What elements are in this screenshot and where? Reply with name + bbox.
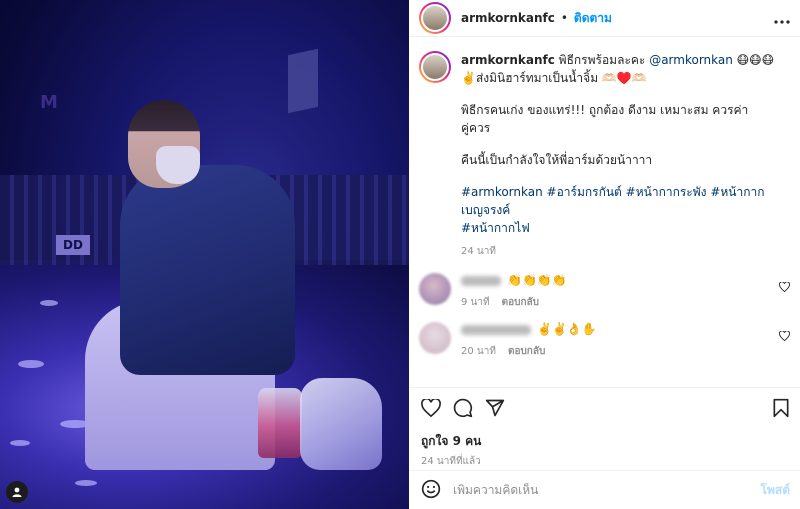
caption-hashtags[interactable]: #หน้ากากไฟ (461, 219, 781, 237)
caption-text-start: พิธีกรพร้อมละคะ (558, 53, 650, 67)
commenter-avatar[interactable] (419, 273, 451, 305)
post-actions: ถูกใจ 9 คน 24 นาทีที่แล้ว (409, 387, 800, 467)
caption-line3: คืนนี้เป็นกำลังใจให้พี่อาร์มด้วยน้าาาา (461, 153, 653, 167)
caption-line2: พิธีกรคนเก่ง ของแทร่!!! ถูกต้อง ดีงาม เห… (461, 103, 749, 135)
plastic-bag (300, 378, 382, 470)
likes-count[interactable]: ถูกใจ 9 คน (421, 432, 790, 451)
comment-like-heart-icon[interactable] (779, 330, 790, 344)
drink-cup (258, 388, 302, 458)
comments-scroll-area[interactable]: armkornkanfc พิธีกรพร้อมละคะ @armkornkan… (409, 37, 800, 387)
comment-time: 20 นาที (461, 346, 496, 357)
commenter-username-blurred[interactable] (461, 275, 501, 286)
commenter-avatar[interactable] (419, 322, 451, 354)
post-side-panel: armkornkanfc • ติดตาม armkornkanfc พิธีก… (409, 0, 800, 509)
caption: armkornkanfc พิธีกรพร้อมละคะ @armkornkan… (409, 37, 800, 261)
photo-dd-sign: DD (56, 235, 90, 255)
comment-like-heart-icon[interactable] (779, 281, 790, 295)
more-icon[interactable] (774, 8, 790, 29)
photo-sign: M (40, 92, 58, 113)
reply-button[interactable]: ตอบกลับ (508, 346, 545, 357)
author-avatar[interactable] (419, 2, 451, 34)
comment-item: 👏👏👏👏 9 นาที ตอบกลับ (409, 261, 800, 310)
person-body (120, 165, 295, 375)
bookmark-icon[interactable] (772, 398, 790, 421)
comment-text: ✌️✌️👌✋ (537, 322, 597, 336)
heart-icon[interactable] (421, 397, 441, 420)
caption-hashtags[interactable]: #armkornkan #อาร์มกรกันต์ #หน้ากากระพัง … (461, 183, 781, 219)
caption-username[interactable]: armkornkanfc (461, 53, 555, 67)
post-photo[interactable]: M DD (0, 0, 409, 509)
commenter-username-blurred[interactable] (461, 324, 531, 335)
comment-input[interactable] (453, 483, 761, 497)
caption-time: 24 นาที (461, 246, 496, 257)
photo-screen (288, 48, 318, 114)
caption-avatar[interactable] (419, 51, 451, 83)
header-separator: • (560, 11, 568, 25)
follow-button[interactable]: ติดตาม (574, 9, 612, 28)
share-icon[interactable] (485, 398, 505, 421)
add-comment-bar: โพสต์ (409, 470, 800, 509)
light-spot (18, 360, 44, 368)
post-comment-button[interactable]: โพสต์ (761, 481, 790, 500)
light-spot (40, 300, 58, 306)
posted-time: 24 นาทีที่แล้ว (421, 456, 481, 467)
author-username[interactable]: armkornkanfc (461, 11, 555, 25)
emoji-icon[interactable] (421, 479, 441, 502)
light-spot (10, 440, 30, 446)
comment-icon[interactable] (453, 398, 473, 421)
light-spot (75, 480, 97, 486)
face-mask (156, 146, 200, 184)
user-tag-icon[interactable] (6, 481, 28, 503)
comment-time: 9 นาที (461, 297, 490, 308)
post-header: armkornkanfc • ติดตาม (409, 0, 800, 37)
caption-mention[interactable]: @armkornkan (649, 53, 733, 67)
comment-item: ✌️✌️👌✋ 20 นาที ตอบกลับ (409, 310, 800, 359)
comment-text: 👏👏👏👏 (507, 273, 567, 287)
reply-button[interactable]: ตอบกลับ (502, 297, 539, 308)
